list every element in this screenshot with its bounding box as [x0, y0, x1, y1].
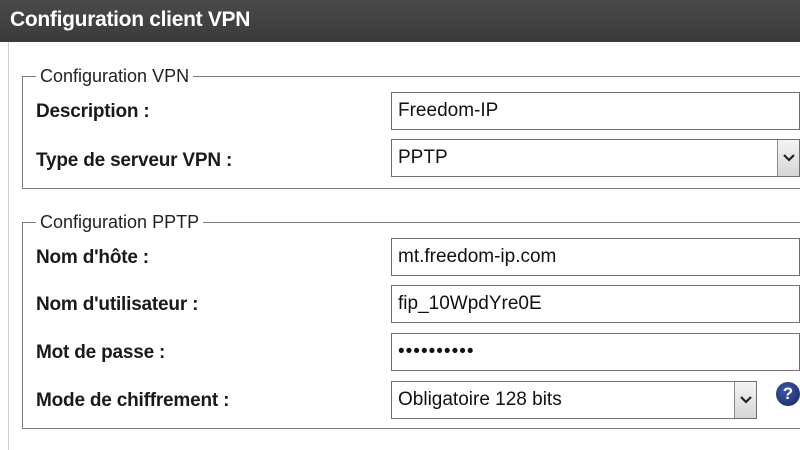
pptp-config-legend: Configuration PPTP	[36, 212, 204, 233]
description-input[interactable]: Freedom-IP	[391, 92, 800, 130]
hostname-input[interactable]: mt.freedom-ip.com	[391, 238, 800, 276]
description-value: Freedom-IP	[398, 100, 499, 121]
server-type-select[interactable]: PPTP	[391, 139, 800, 177]
hostname-value: mt.freedom-ip.com	[398, 246, 557, 267]
server-type-label: Type de serveur VPN :	[36, 150, 233, 171]
vpn-client-config-window: Configuration client VPN Configuration V…	[0, 0, 800, 450]
title-bar: Configuration client VPN	[0, 0, 800, 42]
username-value: fip_10WpdYre0E	[398, 293, 542, 314]
hostname-label: Nom d'hôte :	[36, 247, 149, 268]
window-title: Configuration client VPN	[10, 8, 251, 31]
description-label: Description :	[36, 101, 150, 122]
encryption-value: Obligatoire 128 bits	[398, 389, 562, 410]
chevron-down-icon[interactable]	[777, 140, 799, 176]
password-label: Mot de passe :	[36, 342, 166, 363]
panel-left-border	[8, 42, 9, 450]
vpn-config-legend: Configuration VPN	[36, 66, 194, 87]
help-icon[interactable]: ?	[776, 382, 800, 406]
encryption-label: Mode de chiffrement :	[36, 390, 230, 411]
username-label: Nom d'utilisateur :	[36, 294, 199, 315]
password-value: ••••••••••	[398, 341, 475, 362]
password-input[interactable]: ••••••••••	[391, 333, 800, 371]
username-input[interactable]: fip_10WpdYre0E	[391, 285, 800, 323]
server-type-value: PPTP	[398, 147, 448, 168]
chevron-down-icon[interactable]	[734, 382, 756, 418]
encryption-select[interactable]: Obligatoire 128 bits	[391, 381, 757, 419]
